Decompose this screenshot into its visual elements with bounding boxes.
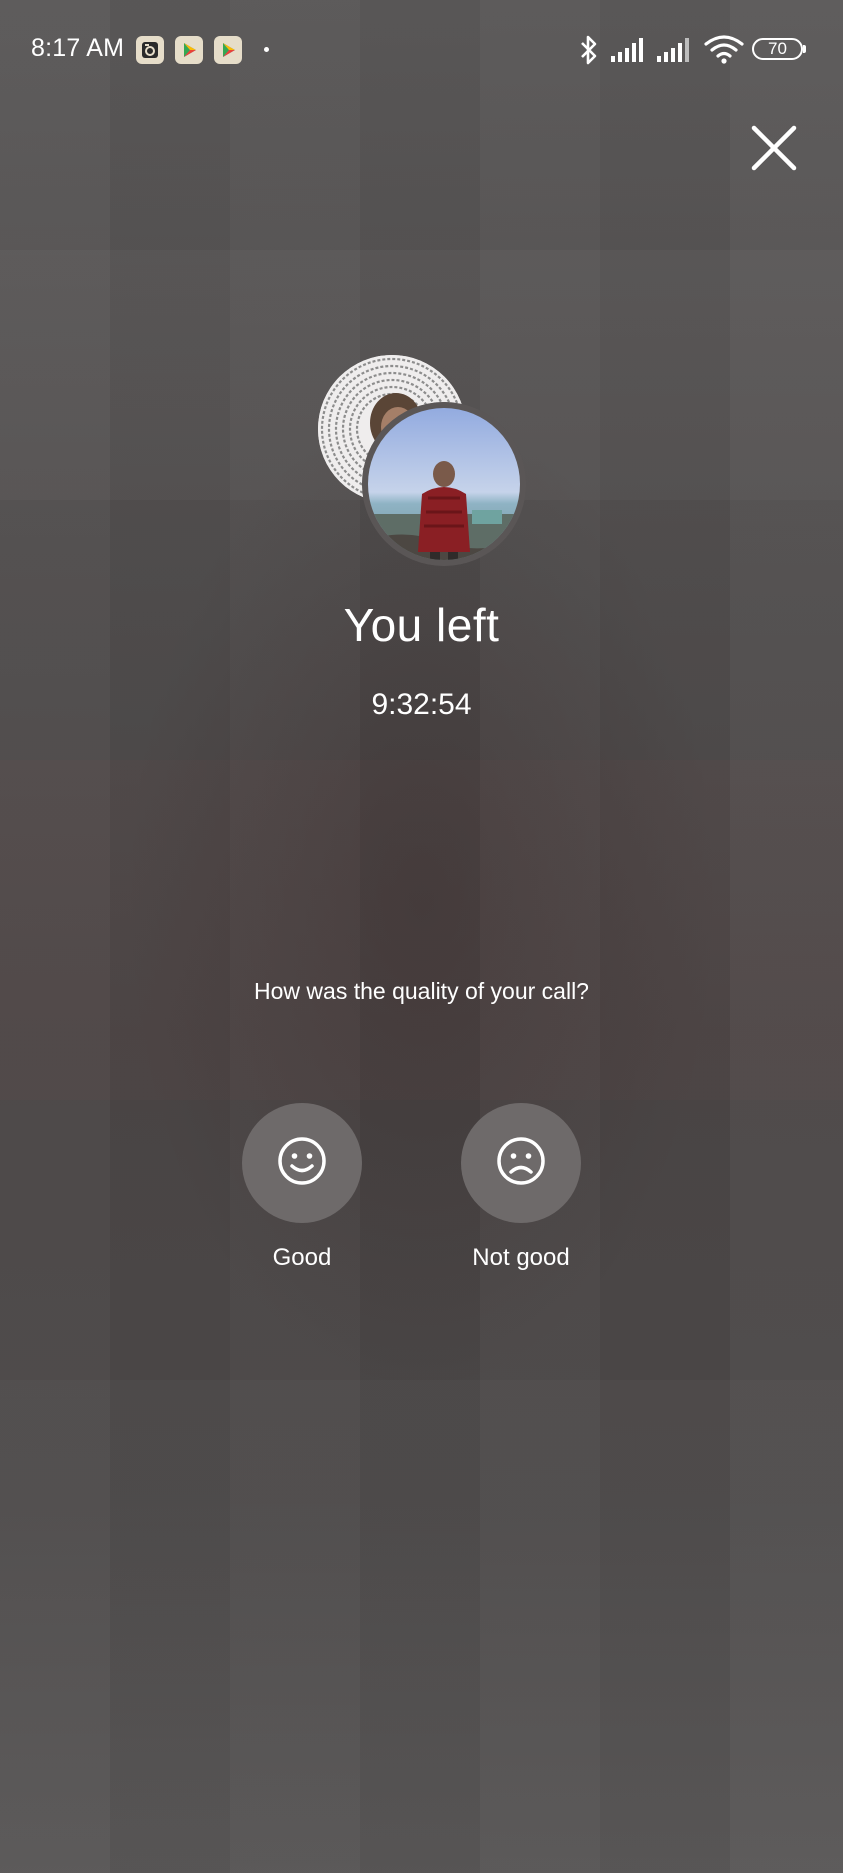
status-bar: 8:17 AM 70 [0,0,843,100]
rate-good-label: Good [272,1244,332,1271]
bluetooth-icon [578,34,600,71]
close-button[interactable] [748,122,800,174]
background-tiles [0,0,843,1873]
call-quality-question: How was the quality of your call? [254,978,589,1004]
rate-good-button[interactable] [242,1103,362,1223]
frown-icon [495,1135,547,1192]
close-icon [748,125,800,178]
signal-icon [656,36,694,69]
user-avatar [362,402,526,566]
battery-nub [803,45,806,53]
rate-not-good-label: Not good [472,1244,570,1271]
camera-app-icon [136,36,164,64]
wifi-icon [704,34,744,69]
call-duration: 9:32:54 [371,688,472,721]
battery-icon: 70 [752,38,803,60]
play-store-icon [175,36,203,64]
status-time: 8:17 AM [31,34,125,62]
more-notifications-dot [264,47,269,52]
smile-icon [276,1135,328,1192]
call-status-title: You left [343,599,500,651]
rate-not-good-button[interactable] [461,1103,581,1223]
signal-icon [610,36,648,69]
play-store-icon [214,36,242,64]
